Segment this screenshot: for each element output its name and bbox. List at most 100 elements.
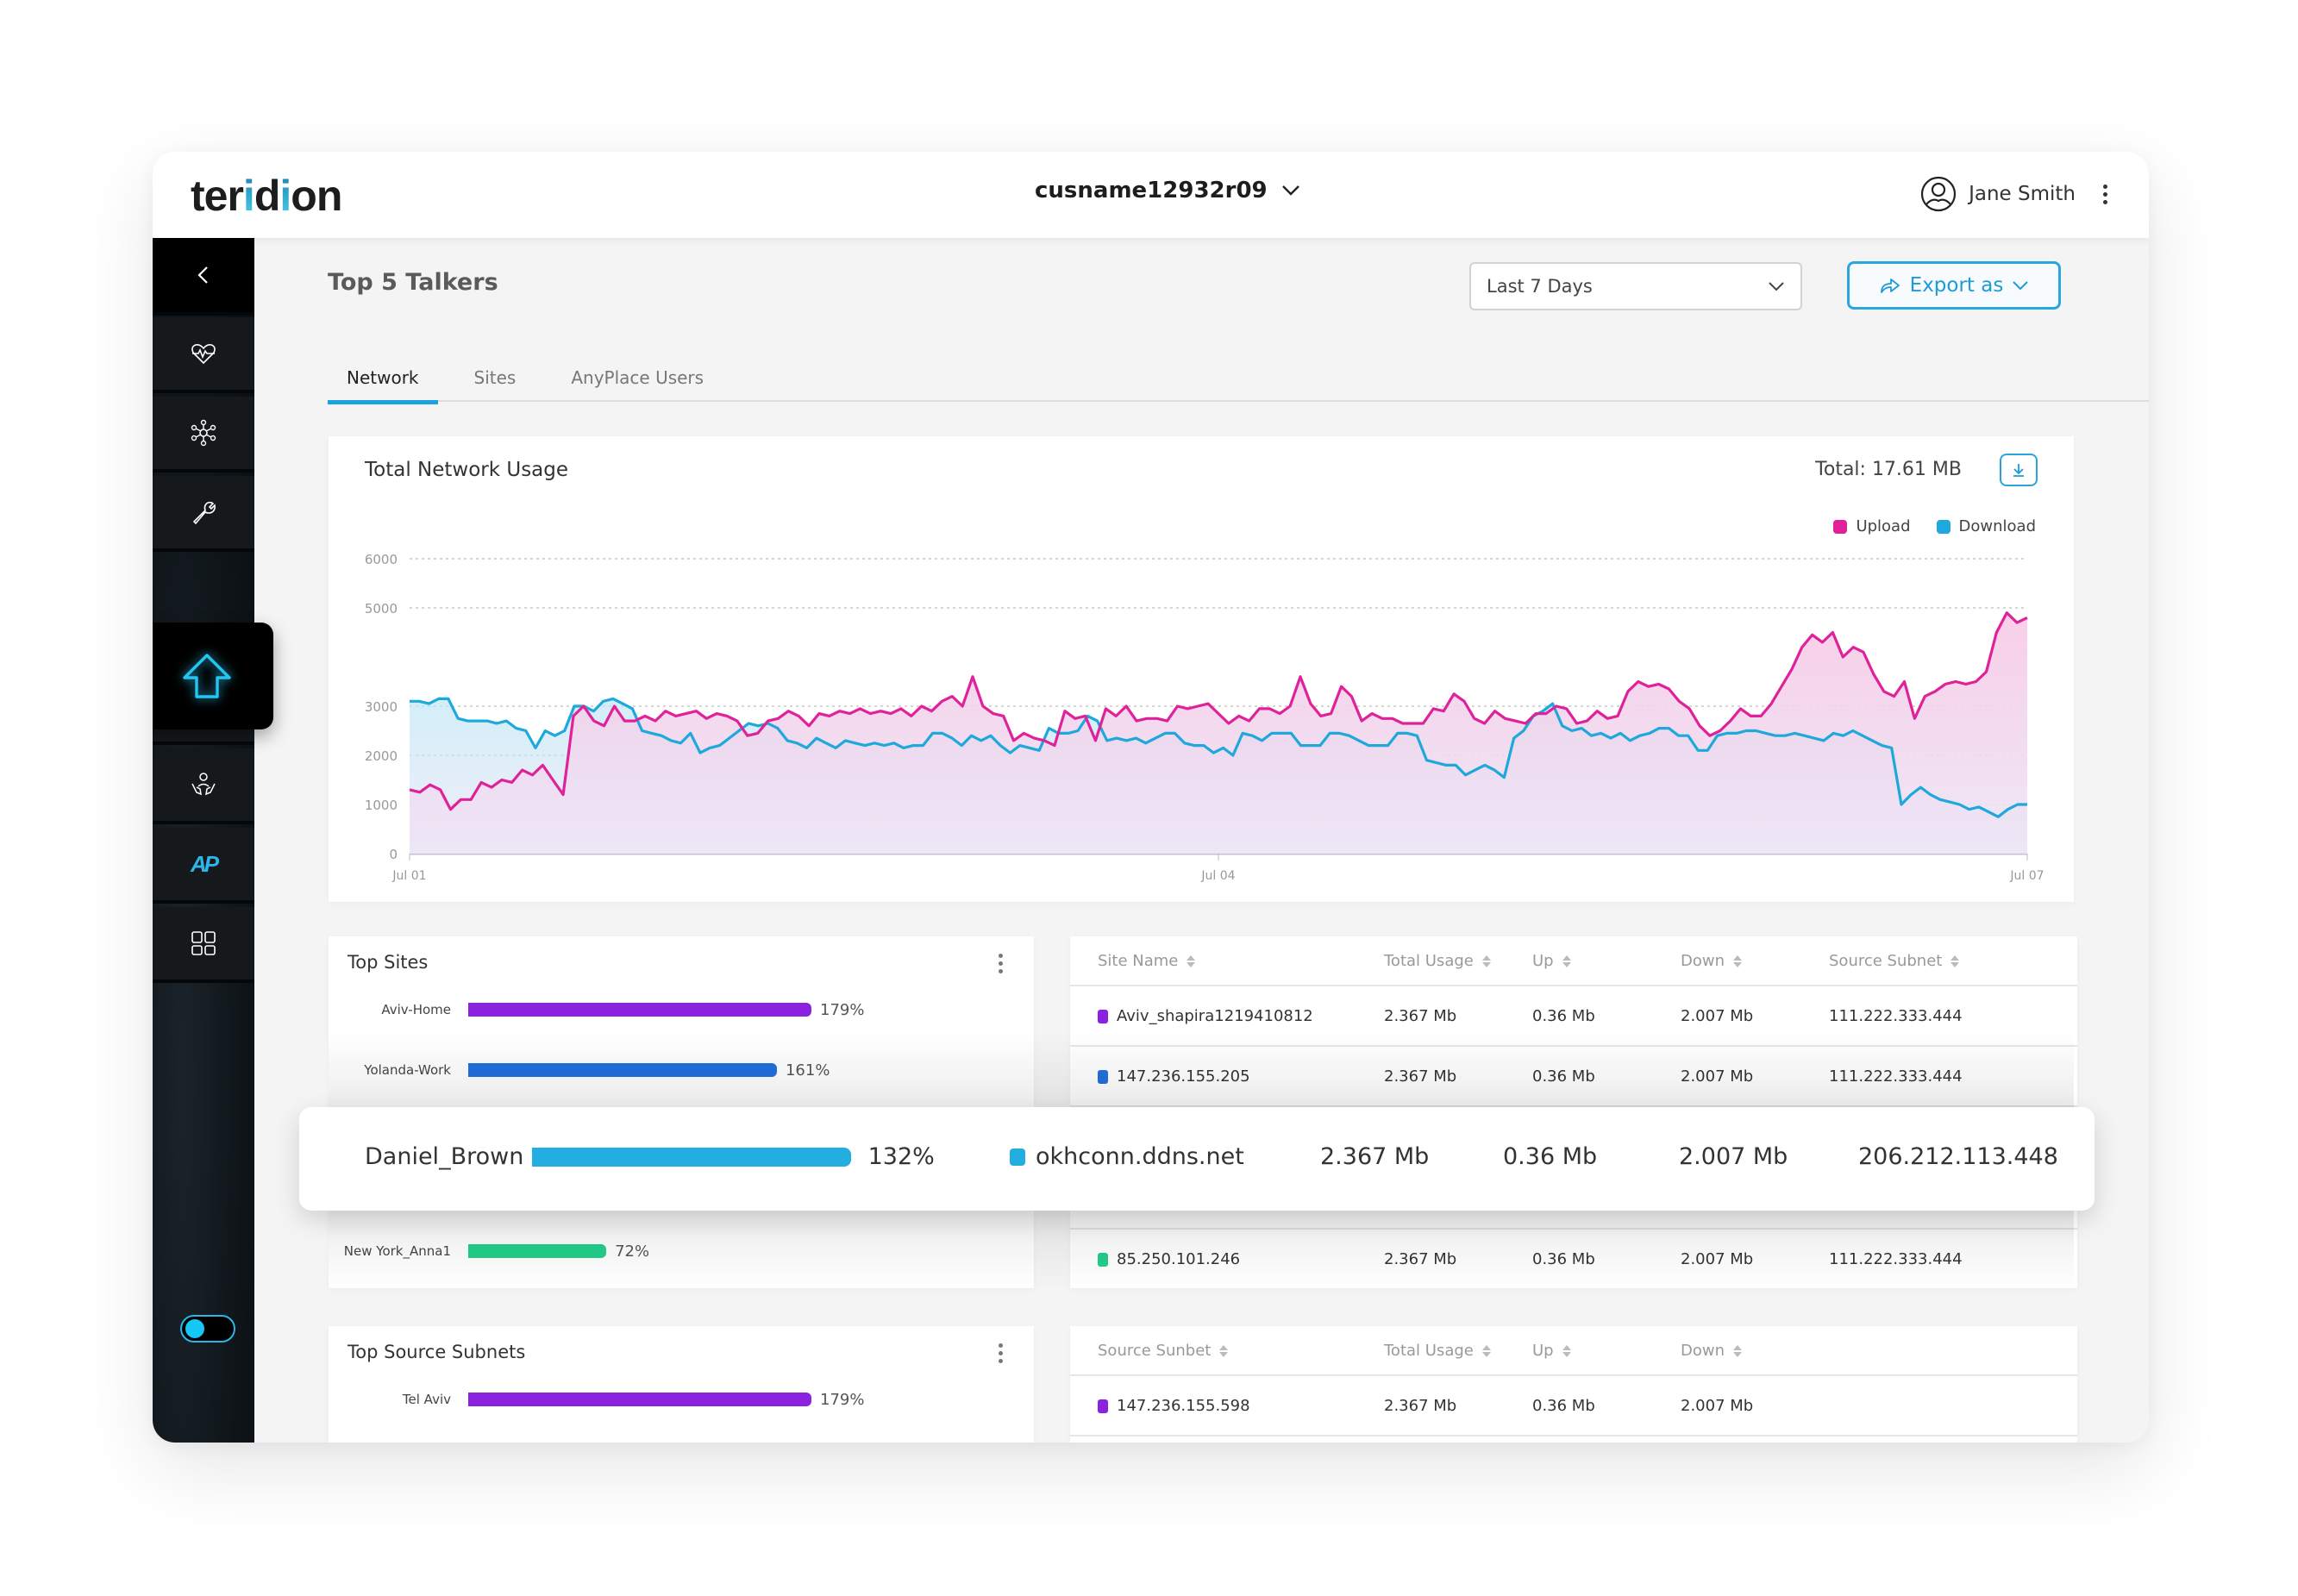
heart-pulse-icon [191, 344, 216, 365]
sort-icon [1187, 954, 1196, 967]
sort-icon [1481, 954, 1491, 967]
column-header-up[interactable]: Up [1532, 1342, 1571, 1360]
bar-value: 132% [867, 1143, 935, 1170]
source-subnet: 111.222.333.444 [1829, 1067, 1963, 1086]
sidebar-item-support[interactable] [153, 748, 254, 824]
ap-logo-icon: AP [190, 850, 219, 877]
sidebar-collapse-button[interactable] [153, 238, 254, 316]
teridion-logo[interactable]: teridion [191, 171, 342, 221]
column-header-up[interactable]: Up [1532, 952, 1571, 970]
more-options-icon[interactable] [2103, 184, 2107, 204]
column-header-site-name[interactable]: Site Name [1098, 952, 1196, 970]
wrench-icon [192, 501, 216, 525]
source-subnet: 111.222.333.444 [1829, 1250, 1963, 1268]
table-row[interactable]: 147.236.155.205 2.367 Mb 0.36 Mb 2.007 M… [1070, 1047, 2077, 1107]
column-label: Source Sunbet [1098, 1342, 1212, 1360]
theme-toggle[interactable] [180, 1315, 235, 1343]
export-button[interactable]: Export as [1847, 261, 2061, 310]
x-tick-label: Jul 01 [391, 869, 426, 883]
bar [468, 1393, 811, 1406]
column-header-total-usage[interactable]: Total Usage [1384, 1342, 1491, 1360]
chart-legend: Upload Download [1833, 517, 2036, 535]
sidebar-item-apps[interactable] [153, 907, 254, 983]
chevron-down-icon [1769, 282, 1784, 291]
highlight-bar-wrap: 132% [532, 1143, 935, 1170]
tab-network[interactable]: Network [328, 367, 438, 404]
column-label: Down [1681, 952, 1725, 970]
color-dot [1098, 1069, 1108, 1084]
down-value: 2.007 Mb [1681, 1397, 1754, 1415]
column-label: Up [1532, 952, 1554, 970]
tab-label: Sites [473, 367, 517, 388]
table-row[interactable]: 85.250.101.246 2.367 Mb 0.36 Mb 2.007 Mb… [1070, 1228, 2077, 1288]
bar [468, 1063, 777, 1077]
column-header-down[interactable]: Down [1681, 1342, 1743, 1360]
color-dot [1098, 1399, 1108, 1413]
sidebar-item-top-talkers[interactable] [153, 623, 273, 729]
sort-icon [1733, 954, 1743, 967]
date-range-select[interactable]: Last 7 Days [1469, 262, 1802, 310]
column-header-total-usage[interactable]: Total Usage [1384, 952, 1491, 970]
date-range-value: Last 7 Days [1487, 276, 1593, 297]
more-options-icon[interactable] [999, 1343, 1003, 1363]
top-bar: teridion cusname12932r09 Jane Smith [153, 152, 2149, 238]
legend-item-download[interactable]: Download [1936, 517, 2036, 535]
column-header-source-subnet[interactable]: Source Sunbet [1098, 1342, 1229, 1360]
up-value: 0.36 Mb [1532, 1250, 1595, 1268]
user-menu[interactable]: Jane Smith [1920, 176, 2107, 212]
x-tick-label: Jul 07 [2009, 869, 2044, 883]
column-label: Site Name [1098, 952, 1179, 970]
sidebar-item-network[interactable] [153, 397, 254, 473]
tab-label: AnyPlace Users [571, 367, 704, 388]
download-button[interactable] [2000, 454, 2038, 486]
highlighted-talker-row[interactable]: Daniel_Brown 132% okhconn.ddns.net 2.367… [299, 1107, 2094, 1211]
subnet-name: 147.236.155.598 [1117, 1397, 1250, 1415]
tab-sites[interactable]: Sites [455, 367, 535, 402]
total-usage: 2.367 Mb [1384, 1397, 1457, 1415]
sidebar-item-anyplace[interactable]: AP [153, 828, 254, 904]
chevron-down-icon [1281, 185, 1299, 196]
bar-value: 72% [615, 1242, 650, 1261]
grid-icon [191, 931, 216, 955]
table-row[interactable]: Aviv_shapira1219410812 2.367 Mb 0.36 Mb … [1070, 986, 2077, 1047]
site-name: 85.250.101.246 [1117, 1250, 1241, 1268]
arrow-up-icon [183, 654, 231, 698]
site-name: okhconn.ddns.net [1036, 1143, 1244, 1170]
y-tick-label: 6000 [365, 552, 398, 567]
column-header-down[interactable]: Down [1681, 952, 1743, 970]
chevron-left-icon [197, 266, 208, 284]
down-value: 2.007 Mb [1681, 1067, 1754, 1086]
sort-icon [1562, 1344, 1571, 1357]
bar-row: Aviv-Home 179% [329, 997, 1034, 1023]
sidebar: AP [153, 238, 273, 1443]
chevron-down-icon [2013, 281, 2029, 291]
source-subnet: 111.222.333.444 [1829, 1007, 1963, 1025]
highlight-bar-label: Daniel_Brown [365, 1143, 524, 1170]
y-tick-label: 3000 [365, 699, 398, 715]
total-usage: 2.367 Mb [1384, 1250, 1457, 1268]
tab-anyplace-users[interactable]: AnyPlace Users [552, 367, 723, 402]
bar-value: 161% [785, 1061, 830, 1080]
bar-row: Yolanda-Work 161% [329, 1057, 1034, 1083]
column-header-source-subnet[interactable]: Source Subnet [1829, 952, 1960, 970]
column-label: Source Subnet [1829, 952, 1943, 970]
bar-row: Tel Aviv 179% [329, 1386, 1034, 1412]
network-usage-card: 0 1000 2000 3000 5000 6000 Jul 01 Jul 04 Jul 07 … [329, 436, 2074, 902]
legend-item-upload[interactable]: Upload [1833, 517, 1911, 535]
chart-total: Total: 17.61 MB [1815, 459, 1962, 480]
sidebar-item-health[interactable] [153, 317, 254, 393]
up-value: 0.36 Mb [1532, 1397, 1595, 1415]
legend-label: Upload [1856, 517, 1911, 535]
more-options-icon[interactable] [999, 954, 1003, 973]
sort-icon [1733, 1344, 1743, 1357]
down-value: 2.007 Mb [1681, 1250, 1754, 1268]
logo-text: ter [191, 172, 244, 220]
sidebar-item-tools[interactable] [153, 476, 254, 552]
color-dot [1098, 1252, 1108, 1267]
table-row[interactable]: 147.236.155.598 2.367 Mb 0.36 Mb 2.007 M… [1070, 1376, 2077, 1436]
column-label: Up [1532, 1342, 1554, 1360]
legend-label: Download [1958, 517, 2036, 535]
column-label: Total Usage [1384, 952, 1474, 970]
legend-swatch [1833, 519, 1848, 534]
tenant-selector[interactable]: cusname12932r09 [1035, 178, 1300, 203]
